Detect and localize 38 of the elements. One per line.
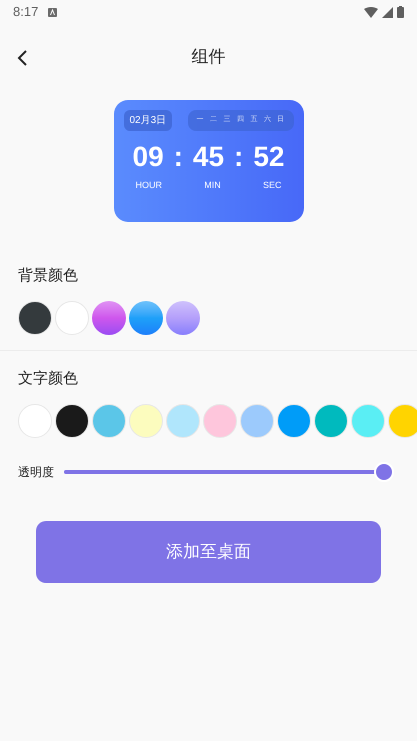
signal-icon	[382, 6, 393, 18]
date-badge: 02月3日	[124, 110, 172, 131]
color-swatch[interactable]	[388, 404, 417, 438]
color-swatch[interactable]	[240, 404, 274, 438]
section-label: 文字颜色	[18, 370, 78, 387]
battery-icon	[397, 6, 404, 18]
color-swatch[interactable]	[351, 404, 385, 438]
color-swatch[interactable]	[18, 301, 52, 335]
gradient-color-swatch[interactable]	[129, 301, 163, 335]
time-separator: :	[174, 143, 183, 171]
minutes-label: MIN	[204, 179, 221, 192]
hours-value: 09	[132, 143, 164, 171]
time-separator: :	[234, 143, 244, 171]
slider-thumb[interactable]	[374, 462, 394, 482]
color-swatch[interactable]	[277, 404, 311, 438]
color-swatch[interactable]	[203, 404, 237, 438]
section-label: 背景颜色	[18, 267, 78, 284]
color-swatch[interactable]	[129, 404, 163, 438]
minutes-value: 45	[192, 143, 224, 171]
hours-label: HOUR	[136, 179, 162, 192]
page-title: 组件	[192, 46, 226, 68]
add-to-desktop-button[interactable]: 添加至桌面	[36, 521, 381, 583]
gradient-color-swatch[interactable]	[166, 301, 200, 335]
wifi-icon	[364, 6, 378, 18]
color-swatch[interactable]	[92, 404, 126, 438]
back-icon[interactable]	[17, 50, 28, 66]
color-swatch[interactable]	[314, 404, 348, 438]
status-time: 8:17	[13, 3, 38, 22]
opacity-label: 透明度	[18, 464, 54, 481]
color-swatch[interactable]	[55, 404, 89, 438]
color-swatch[interactable]	[166, 404, 200, 438]
color-swatch[interactable]	[18, 404, 52, 438]
gradient-color-swatch[interactable]	[92, 301, 126, 335]
color-swatch[interactable]	[55, 301, 89, 335]
notification-icon	[48, 8, 58, 16]
seconds-value: 52	[253, 143, 284, 171]
opacity-slider[interactable]	[64, 462, 394, 482]
seconds-label: SEC	[262, 179, 282, 192]
